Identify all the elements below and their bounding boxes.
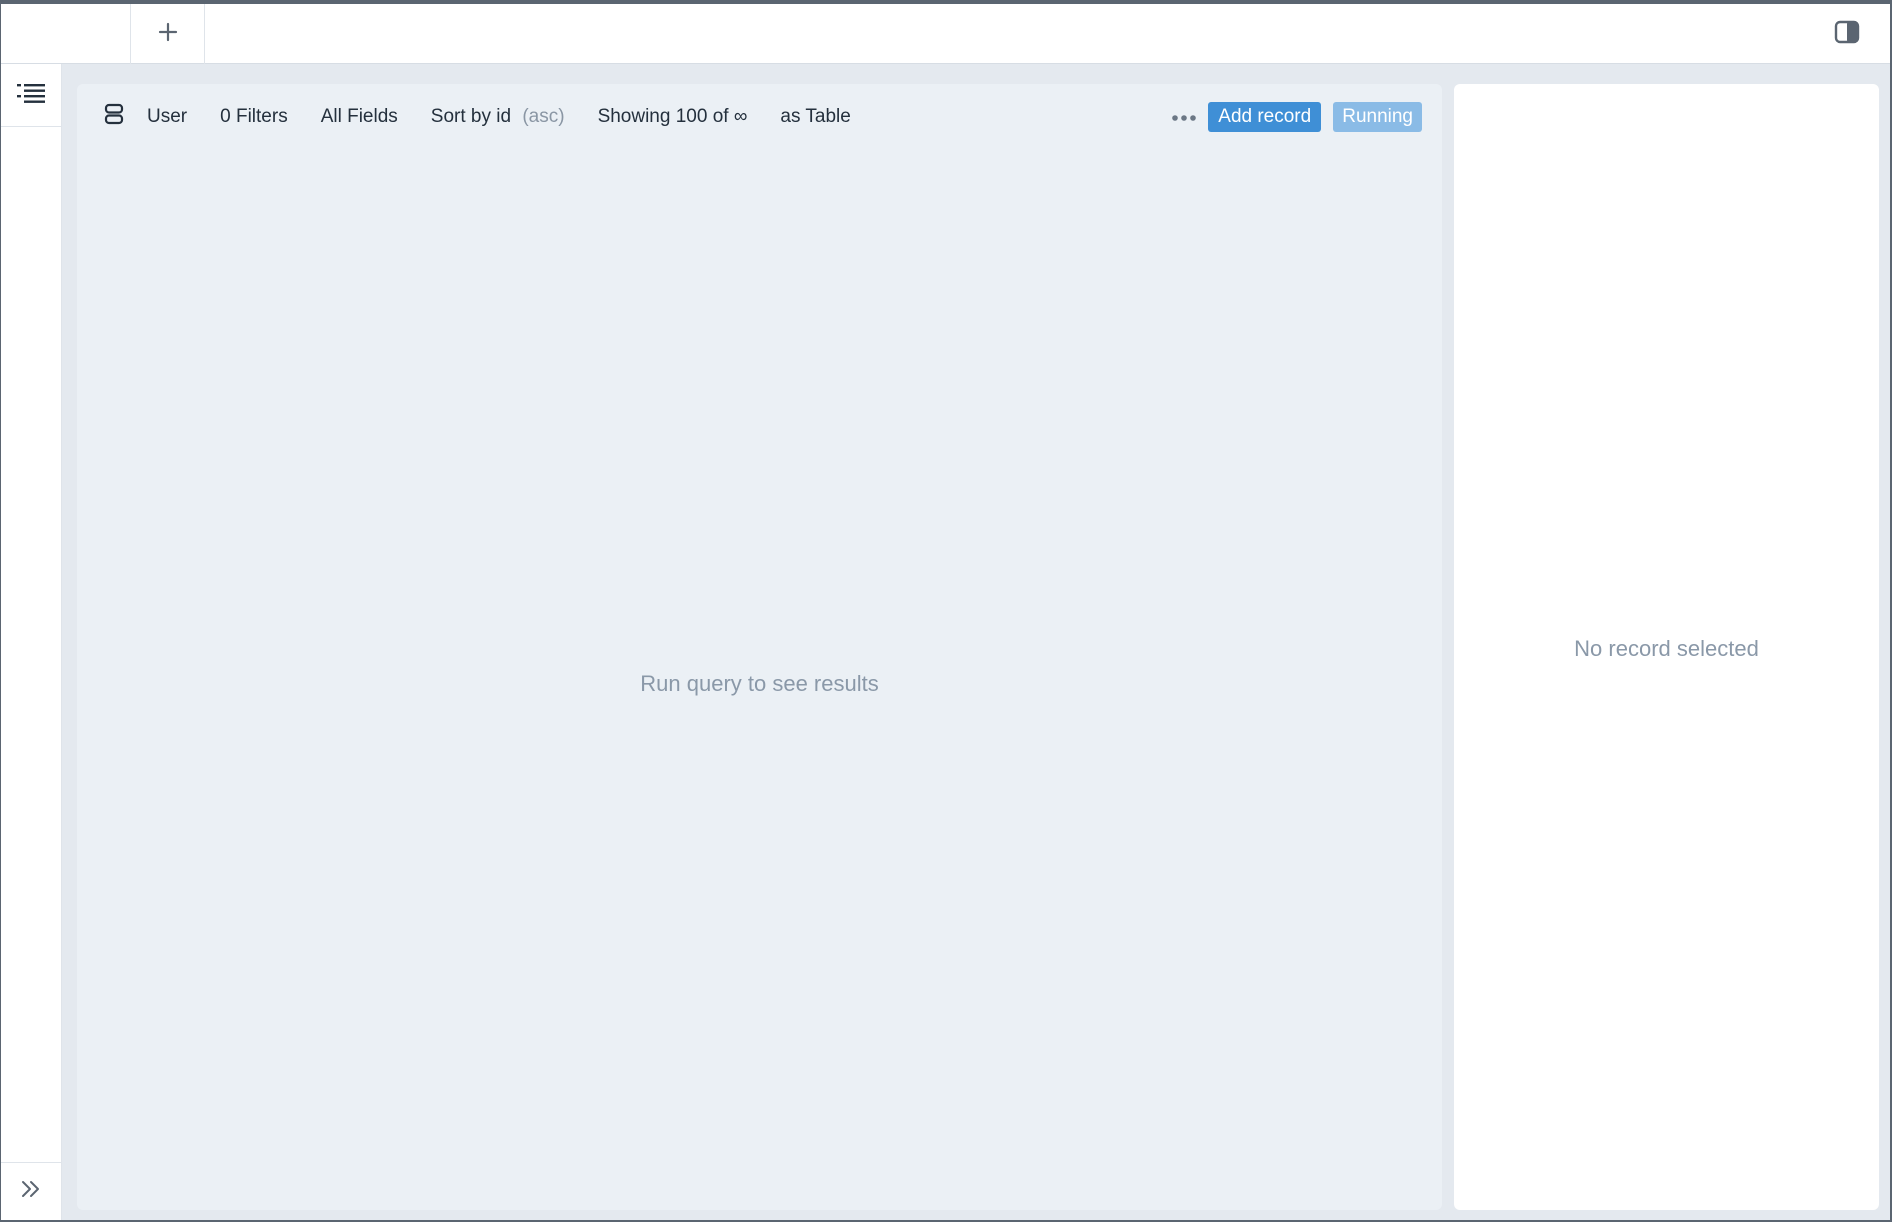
model-selector-button[interactable] [99,102,129,132]
database-icon [104,103,124,131]
plus-icon [158,22,178,47]
sidebar-toggle-icon [1834,20,1860,49]
more-options-button[interactable] [1166,102,1202,132]
query-panel: User 0 Filters All Fields Sort by id (as… [77,84,1442,1210]
sort-label: Sort by id [430,106,512,127]
left-rail [1,64,62,1220]
view-mode-button[interactable]: as Table [780,106,850,128]
sort-button[interactable]: Sort by id (asc) [431,106,565,128]
panel-toggle-button[interactable] [1832,20,1862,48]
tab-bar [1,4,1890,64]
filters-button[interactable]: 0 Filters [220,106,288,128]
toolbar-actions: Add record Running [1166,101,1422,133]
run-status-button[interactable]: Running [1333,102,1422,132]
expand-rail-button[interactable] [1,1162,61,1220]
no-record-message: No record selected [1574,636,1759,661]
sort-direction: (asc) [522,106,565,127]
query-toolbar: User 0 Filters All Fields Sort by id (as… [77,84,1442,150]
more-horizontal-icon [1171,106,1197,128]
list-icon [16,81,46,110]
queries-list-button[interactable] [1,64,61,127]
record-detail-panel: No record selected [1454,84,1879,1210]
tab-empty[interactable] [1,4,131,64]
add-record-button[interactable]: Add record [1208,102,1322,132]
model-name[interactable]: User [147,106,187,128]
add-tab-button[interactable] [131,4,205,64]
fields-button[interactable]: All Fields [321,106,398,128]
app-window: User 0 Filters All Fields Sort by id (as… [0,0,1892,1222]
chevron-double-right-icon [20,1179,42,1204]
limit-button[interactable]: Showing 100 of ∞ [598,106,748,128]
empty-results-message: Run query to see results [640,671,879,696]
